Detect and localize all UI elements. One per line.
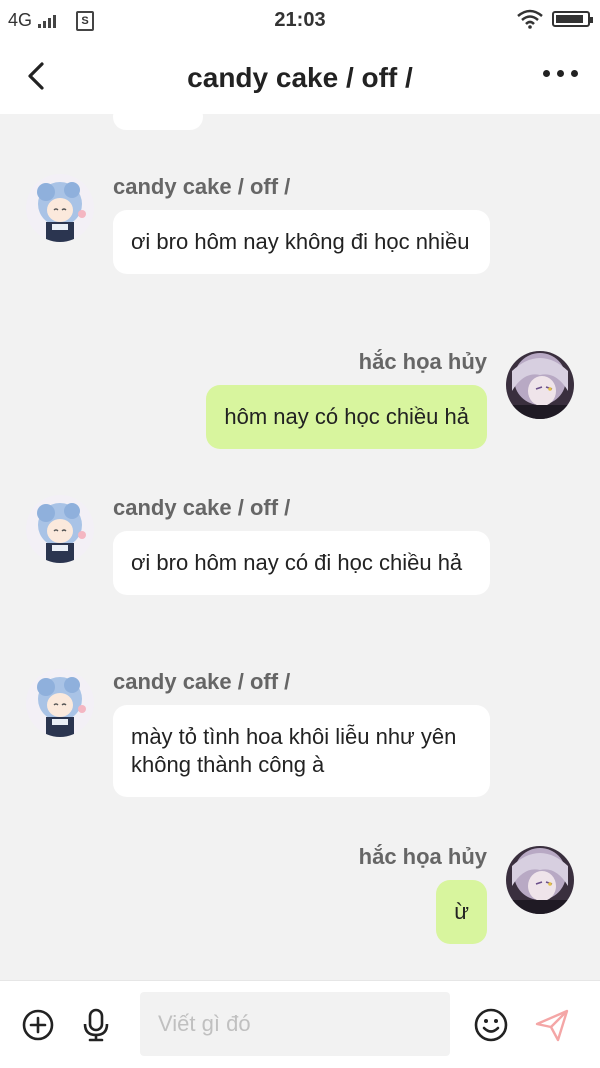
avatar-image (26, 669, 94, 737)
avatar-hac-hoa-huy[interactable] (506, 846, 574, 914)
sender-name: hắc họa hủy (358, 349, 487, 374)
plus-circle-icon (22, 1009, 54, 1041)
wifi-icon (517, 9, 543, 29)
message-bubble[interactable]: hôm nay có học chiều hả (206, 385, 487, 449)
avatar-image (506, 846, 574, 914)
voice-button[interactable] (78, 1007, 114, 1043)
message-input[interactable] (140, 992, 450, 1056)
sender-name: candy cake / off / (113, 495, 291, 520)
avatar-image (26, 174, 94, 242)
avatar-image (26, 495, 94, 563)
more-dot (557, 70, 564, 77)
more-dot (543, 70, 550, 77)
message-bubble[interactable]: ừ (436, 880, 487, 944)
sender-name: hắc họa hủy (358, 844, 487, 869)
sender-name: candy cake / off / (113, 174, 291, 199)
avatar-image (506, 351, 574, 419)
previous-message-bubble (113, 114, 203, 130)
status-bar: 4G S 21:03 (0, 0, 600, 40)
avatar-candy-cake[interactable] (26, 495, 94, 563)
message-bubble[interactable]: ơi bro hôm nay có đi học chiều hả (113, 531, 490, 595)
paper-plane-icon (535, 1009, 569, 1042)
status-time: 21:03 (274, 9, 326, 31)
avatar-candy-cake[interactable] (26, 669, 94, 737)
chat-header: candy cake / off / (0, 40, 600, 114)
smiley-icon (474, 1008, 508, 1042)
send-button[interactable] (534, 1007, 570, 1043)
more-button[interactable] (543, 70, 578, 77)
battery-icon (552, 11, 593, 27)
sender-name: candy cake / off / (113, 669, 291, 694)
status-right (516, 9, 593, 29)
back-button[interactable] (18, 56, 58, 96)
chat-title: candy cake / off / (187, 62, 413, 93)
chat-area[interactable]: candy cake / off / ơi bro hôm nay không … (0, 114, 600, 980)
message-bubble[interactable]: mày tỏ tình hoa khôi liễu như yên không … (113, 705, 490, 797)
add-button[interactable] (20, 1007, 56, 1043)
avatar-candy-cake[interactable] (26, 174, 94, 242)
composer-bar (0, 980, 600, 1068)
avatar-hac-hoa-huy[interactable] (506, 351, 574, 419)
battery-fill (556, 15, 583, 23)
more-dot (571, 70, 578, 77)
chevron-left-icon (28, 62, 44, 90)
microphone-icon (83, 1008, 109, 1042)
emoji-button[interactable] (473, 1007, 509, 1043)
message-bubble[interactable]: ơi bro hôm nay không đi học nhiều (113, 210, 490, 274)
